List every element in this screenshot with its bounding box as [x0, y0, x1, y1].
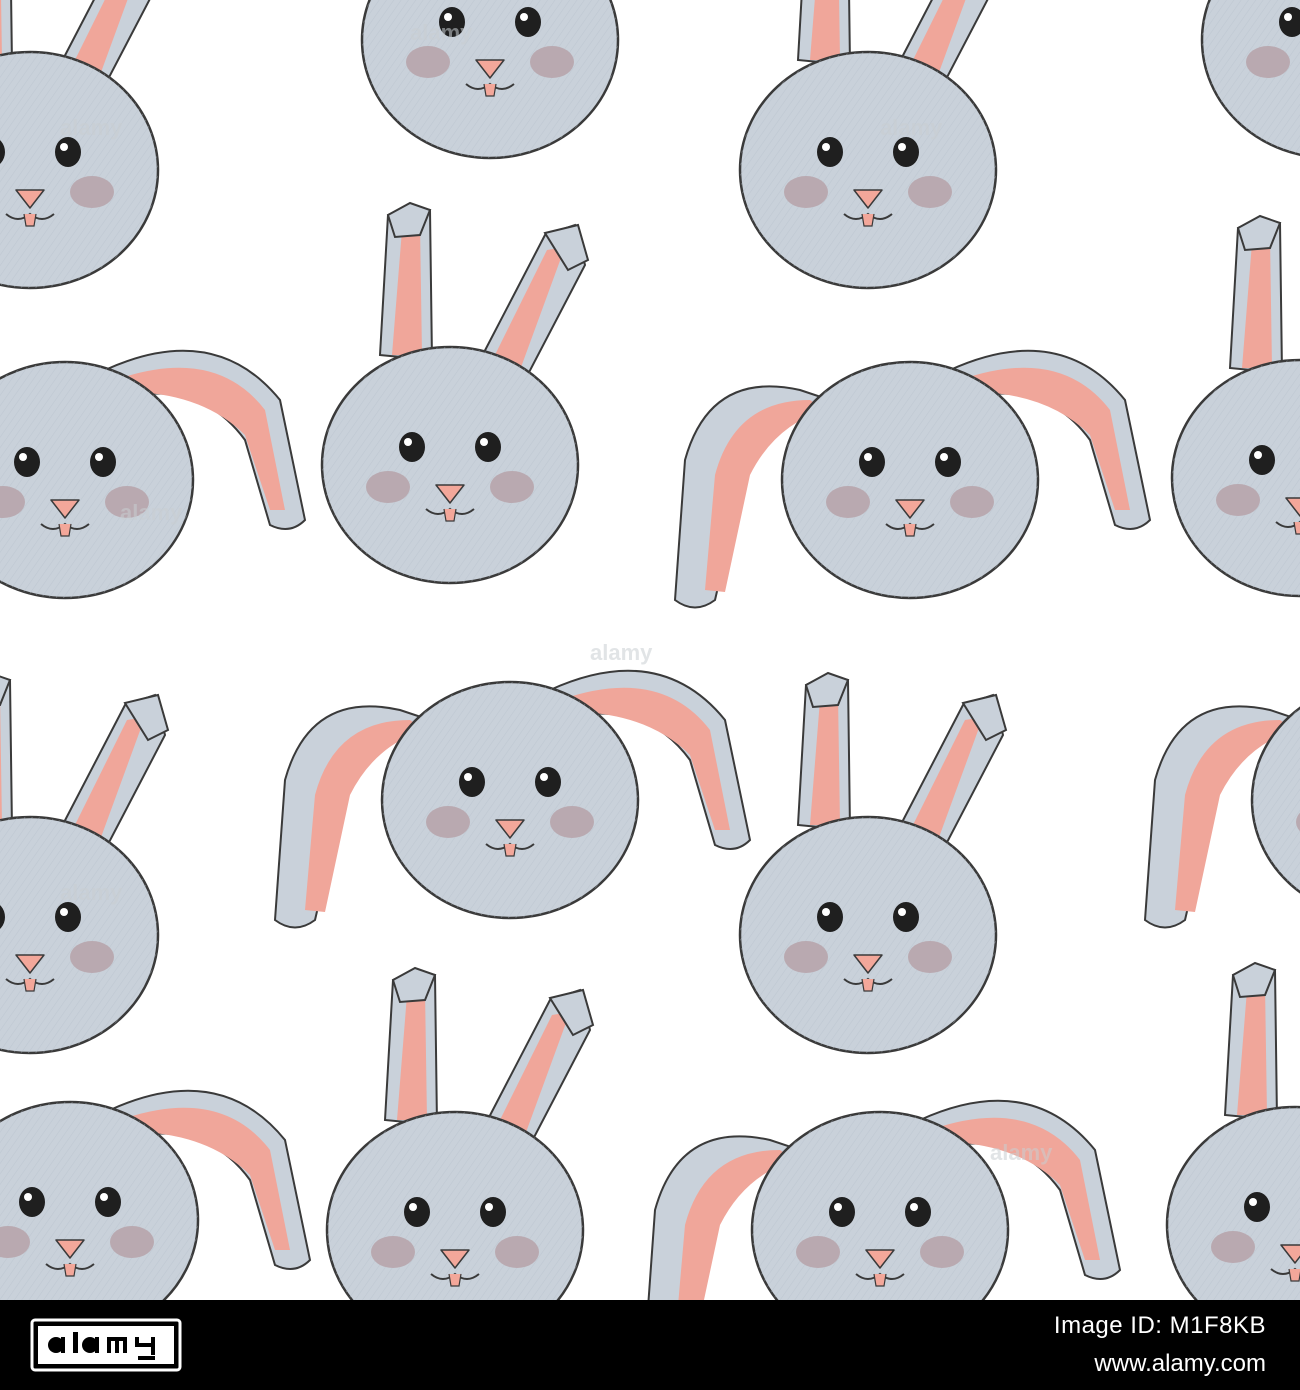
bunny-face [325, 966, 595, 1300]
bunny-face [0, 0, 170, 290]
bunny-face [0, 349, 307, 609]
bunny-face [738, 0, 1008, 290]
bunny-pattern: alamy alamy alamy alamy alamy alamy alam… [0, 0, 1300, 1300]
bunny-pattern-canvas [0, 0, 1300, 1300]
bunny-face [1165, 961, 1300, 1300]
site-url: www.alamy.com [1094, 1350, 1266, 1377]
bunny-face [273, 669, 752, 929]
bunny-face [1200, 0, 1300, 160]
bunny-face [360, 0, 630, 160]
bunny-face [643, 1099, 1122, 1300]
stock-footer-bar: alamy Image ID: M1F8KB www.alamy.com [0, 1300, 1300, 1390]
bunny-face [1143, 669, 1300, 929]
bunny-face [0, 671, 170, 1055]
bunny-face [320, 201, 590, 585]
bunny-face [0, 1089, 312, 1300]
bunny-face [673, 349, 1152, 609]
alamy-logo: alamy [30, 1318, 182, 1372]
bunny-face [738, 671, 1008, 1055]
bunny-face [1170, 214, 1300, 598]
image-id-label: Image ID: M1F8KB [1053, 1312, 1266, 1339]
